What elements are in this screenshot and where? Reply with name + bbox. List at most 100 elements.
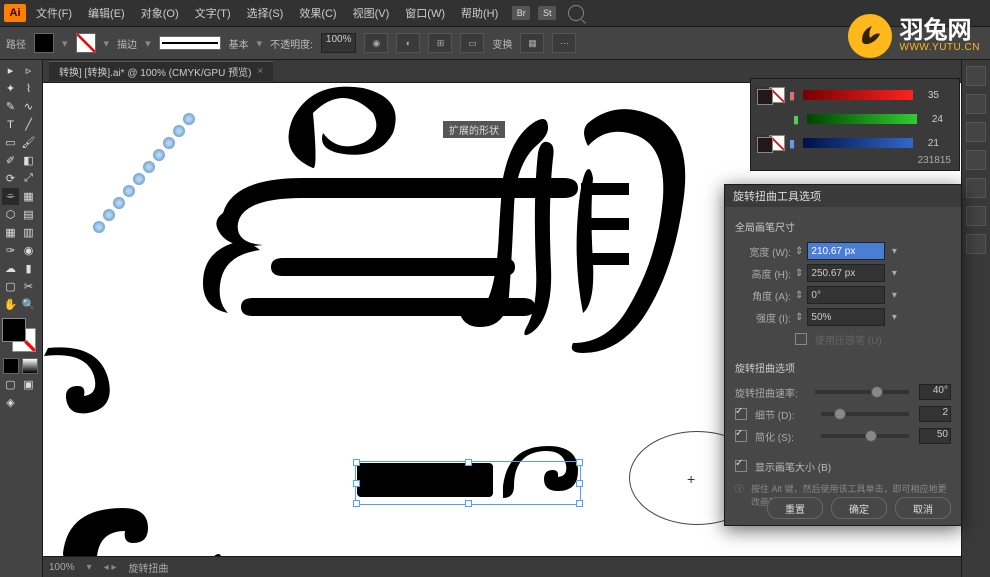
color-stack[interactable] (2, 318, 36, 352)
lasso-tool[interactable]: ⌇ (20, 80, 37, 97)
r-value[interactable]: 35 (917, 90, 939, 101)
pen-tool[interactable]: ✎ (2, 98, 19, 115)
line-tool[interactable]: ╱ (20, 116, 37, 133)
panel-layers-icon[interactable] (966, 206, 986, 226)
g-value[interactable]: 24 (921, 114, 943, 125)
shaper-tool[interactable]: ✐ (2, 152, 19, 169)
simplify-slider[interactable] (821, 434, 909, 438)
menu-view[interactable]: 视图(V) (347, 3, 396, 23)
more-btn[interactable]: ⋯ (552, 33, 576, 53)
gradient-tool[interactable]: ▥ (20, 224, 37, 241)
menu-object[interactable]: 对象(O) (135, 3, 185, 23)
align-btn[interactable]: ⊞ (428, 33, 452, 53)
gradient-mode-icon[interactable] (22, 358, 38, 374)
height-dd-icon[interactable]: ▾ (889, 268, 899, 279)
ok-button[interactable]: 确定 (831, 497, 887, 519)
artboard-tool[interactable]: ▢ (2, 278, 19, 295)
slice-tool[interactable]: ✂ (20, 278, 37, 295)
stroke-mode-dd[interactable]: ▾ (257, 37, 263, 50)
stock-tag[interactable]: St (538, 6, 556, 20)
mesh-tool[interactable]: ▦ (2, 224, 19, 241)
detail-value[interactable]: 2 (919, 406, 951, 422)
shape-builder-tool[interactable]: ⬡ (2, 206, 19, 223)
color-mode-icon[interactable] (3, 358, 19, 374)
recolor-btn[interactable]: ◐ (396, 33, 420, 53)
scale-tool[interactable]: ⤢ (20, 170, 37, 187)
zoom-tool[interactable]: 🔍 (20, 296, 37, 313)
menu-help[interactable]: 帮助(H) (455, 3, 504, 23)
perspective-tool[interactable]: ▤ (20, 206, 37, 223)
angle-dd-icon[interactable]: ▾ (889, 290, 899, 301)
panel-stroke-icon[interactable] (966, 178, 986, 198)
intensity-input[interactable]: 50% (807, 308, 885, 326)
width-dd-icon[interactable]: ▾ (889, 246, 899, 257)
screen-mode-normal[interactable]: ▢ (2, 376, 19, 393)
graph-tool[interactable]: ▮ (20, 260, 37, 277)
pressure-checkbox[interactable] (795, 333, 807, 345)
menu-window[interactable]: 窗口(W) (399, 3, 451, 23)
free-transform-tool[interactable]: ▦ (20, 188, 37, 205)
showsize-checkbox[interactable] (735, 460, 747, 472)
screen-mode-full[interactable]: ▣ (20, 376, 37, 393)
style-btn[interactable]: ◉ (364, 33, 388, 53)
stroke-dd-icon[interactable]: ▾ (104, 37, 110, 50)
stroke-swatch[interactable] (76, 33, 96, 53)
r-slider[interactable] (803, 90, 913, 100)
curvature-tool[interactable]: ∿ (20, 98, 37, 115)
angle-input[interactable]: 0° (807, 286, 885, 304)
g-slider[interactable] (807, 114, 917, 124)
close-tab-icon[interactable]: × (257, 66, 263, 77)
stroke-preview[interactable] (159, 36, 221, 50)
width-tool[interactable]: ⌯ (2, 188, 19, 205)
detail-checkbox[interactable] (735, 408, 747, 420)
menu-effect[interactable]: 效果(C) (293, 3, 342, 23)
color-panel-swatch[interactable] (755, 87, 785, 103)
reset-button[interactable]: 重置 (767, 497, 823, 519)
brush-tool[interactable]: 🖌 (20, 134, 37, 151)
panel-symbols-icon[interactable] (966, 150, 986, 170)
cancel-button[interactable]: 取消 (895, 497, 951, 519)
rate-value[interactable]: 40° (919, 384, 951, 400)
hand-tool[interactable]: ✋ (2, 296, 19, 313)
bridge-tag[interactable]: Br (512, 6, 530, 20)
menu-file[interactable]: 文件(F) (30, 3, 78, 23)
b-value[interactable]: 21 (917, 138, 939, 149)
menu-edit[interactable]: 编辑(E) (82, 3, 131, 23)
eraser-tool[interactable]: ◧ (20, 152, 37, 169)
transform-label[interactable]: 变换 (492, 36, 512, 51)
color-panel-swatch-2[interactable] (755, 135, 785, 151)
zoom-value[interactable]: 100% (49, 562, 75, 573)
simplify-checkbox[interactable] (735, 430, 747, 442)
rect-tool[interactable]: ▭ (2, 134, 19, 151)
symbol-tool[interactable]: ☁ (2, 260, 19, 277)
opacity-value[interactable]: 100% (321, 33, 357, 53)
direct-select-tool[interactable]: ▹ (20, 62, 37, 79)
width-input[interactable]: 210.67 px (807, 242, 885, 260)
panel-swatches-icon[interactable] (966, 94, 986, 114)
rotate-tool[interactable]: ⟳ (2, 170, 19, 187)
panel-color-icon[interactable] (966, 66, 986, 86)
type-tool[interactable]: T (2, 116, 19, 133)
search-icon[interactable] (568, 5, 584, 21)
hex-value[interactable]: 231815 (755, 155, 955, 166)
menu-select[interactable]: 选择(S) (241, 3, 290, 23)
menu-type[interactable]: 文字(T) (189, 3, 237, 23)
eyedropper-tool[interactable]: ✑ (2, 242, 19, 259)
isolate-btn[interactable]: ▦ (520, 33, 544, 53)
b-slider[interactable] (803, 138, 913, 148)
height-input[interactable]: 250.67 px (807, 264, 885, 282)
blend-tool[interactable]: ◉ (20, 242, 37, 259)
fill-swatch[interactable] (34, 33, 54, 53)
panel-libraries-icon[interactable] (966, 234, 986, 254)
simplify-value[interactable]: 50 (919, 428, 951, 444)
selection-tool[interactable]: ▸ (2, 62, 19, 79)
document-tab[interactable]: 转换] [转换].ai* @ 100% (CMYK/GPU 预览) × (49, 61, 273, 81)
rate-slider[interactable] (815, 390, 909, 394)
shape-btn[interactable]: ▭ (460, 33, 484, 53)
panel-brushes-icon[interactable] (966, 122, 986, 142)
fill-dd-icon[interactable]: ▾ (62, 37, 68, 50)
draw-mode-icon[interactable]: ◈ (2, 394, 19, 411)
magic-wand-tool[interactable]: ✦ (2, 80, 19, 97)
stroke-weight-dd[interactable]: ▾ (145, 37, 151, 50)
detail-slider[interactable] (821, 412, 909, 416)
